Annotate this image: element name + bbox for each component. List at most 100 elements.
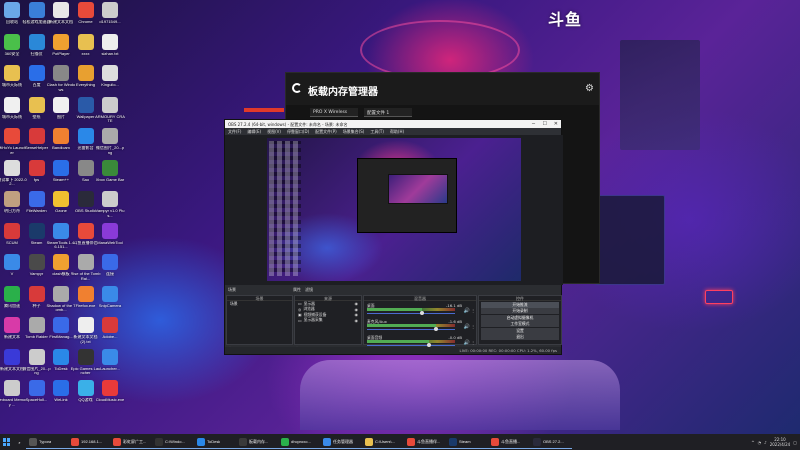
app-icon <box>77 65 94 81</box>
obs-titlebar: OBS 27.2.4 (64-bit, windows) - 配置文件: 未命名… <box>225 120 561 128</box>
mixer-panel-header: 混音器 <box>364 296 476 301</box>
properties-button[interactable]: 属性 <box>293 287 301 294</box>
taskbar-app-icon <box>449 437 457 446</box>
volume-slider[interactable] <box>367 329 455 330</box>
gear-icon[interactable]: ⚙ <box>585 83 594 94</box>
taskbar-app-icon <box>491 437 499 446</box>
taskbar-app[interactable]: dhcproxo... <box>278 435 320 449</box>
menu-help[interactable]: 帮助(H) <box>390 129 404 134</box>
nested-preview-image <box>388 174 448 204</box>
taskbar-apps: Typora 192.168.1... 彩虹屏广工... C:\Windo... ToD… <box>26 435 572 449</box>
start-recording-button[interactable]: 开始录制 <box>481 308 559 314</box>
virtual-camera-button[interactable]: 启动虚拟摄像机 <box>481 314 559 321</box>
channel-menu-icon[interactable]: ⋮ <box>471 308 475 313</box>
filters-button[interactable]: 滤镜 <box>305 287 313 294</box>
notification-icon[interactable]: ▢ <box>793 440 797 445</box>
menu-scene-collection[interactable]: 场景集合(S) <box>343 129 365 134</box>
app-icon <box>102 222 118 239</box>
minimize-icon[interactable]: ─ <box>532 121 535 127</box>
chevron-up-icon[interactable]: ^ <box>751 440 754 445</box>
volume-slider-knob[interactable] <box>420 311 425 315</box>
menu-edit[interactable]: 编辑(E) <box>247 129 261 134</box>
scene-item[interactable]: 场景 <box>227 301 292 307</box>
eye-icon[interactable]: ◉ <box>355 307 359 312</box>
app-icon <box>102 348 118 365</box>
app-icon <box>102 128 118 144</box>
channel-menu-icon[interactable]: ⋮ <box>471 340 475 345</box>
app-icon <box>77 96 94 113</box>
app-icon <box>102 33 118 50</box>
maximize-icon[interactable]: ☐ <box>543 121 547 127</box>
speaker-icon[interactable]: 🔊 <box>464 308 470 314</box>
taskbar-app[interactable]: 192.168.1... <box>68 435 110 449</box>
red-accent-bar <box>244 108 284 112</box>
app-icon <box>77 191 94 207</box>
app-icon <box>102 191 118 207</box>
mixer-channel: 麦克风/Aux -1.6 dB 🔊 ⋮ <box>364 318 476 334</box>
eye-icon[interactable]: ◉ <box>355 318 359 323</box>
device-dropdown[interactable]: PRO X Wireless <box>310 108 358 117</box>
settings-button[interactable]: 设置 <box>481 327 559 334</box>
device-dropdown-value: PRO X Wireless <box>313 110 348 115</box>
taskbar-app-icon <box>365 437 373 446</box>
taskbar-app[interactable]: 任务管理器 <box>320 435 362 449</box>
obs-statusbar: LIVE: 00:00:00 REC: 00:00:00 CPU: 1.2%, … <box>225 347 561 354</box>
browser-icon: ◎ <box>298 306 302 312</box>
app-icon <box>28 348 45 365</box>
app-icon <box>28 33 45 50</box>
eye-icon[interactable]: ◉ <box>355 312 359 317</box>
volume-slider-knob[interactable] <box>434 327 439 331</box>
source-item[interactable]: ▭ 显示器采集 ◉ <box>295 317 361 324</box>
speaker-icon[interactable]: 🔊 <box>464 340 470 346</box>
volume-slider[interactable] <box>367 345 455 346</box>
menu-tools[interactable]: 工具(T) <box>370 129 384 134</box>
taskbar-app[interactable]: 彩虹屏广工... <box>110 435 152 449</box>
menu-profile[interactable]: 配置文件(P) <box>315 129 337 134</box>
app-icon <box>77 128 94 144</box>
desktop-icon[interactable]: CloudMusic.exe <box>95 380 125 422</box>
search-icon[interactable]: ⌕ <box>13 435 26 449</box>
studio-mode-button[interactable]: 工作室模式 <box>481 321 559 327</box>
desktop-icon-label: 连接 <box>106 272 114 276</box>
taskbar-app[interactable]: 板载内存... <box>236 435 278 449</box>
app-icon <box>4 128 20 144</box>
exit-button[interactable]: 退出 <box>481 334 559 340</box>
start-streaming-button[interactable]: 开始推流 <box>481 301 559 308</box>
taskbar-app-label: 彩虹屏广工... <box>123 438 147 444</box>
clock[interactable]: 22:10 2022/4/24 <box>770 437 791 447</box>
taskbar-app-label: OBS 27.2... <box>543 439 564 444</box>
profile-dropdown[interactable]: 配置文件 1 <box>364 108 412 117</box>
app-icon <box>4 33 20 50</box>
desktop-icon-label: Kinguilo... <box>101 83 119 87</box>
taskbar-app[interactable]: C:\Users\... <box>362 435 404 449</box>
channel-menu-icon[interactable]: ⋮ <box>471 324 475 329</box>
taskbar-app-label: dhcproxo... <box>291 439 311 444</box>
network-icon[interactable]: ◔ <box>758 440 762 445</box>
menu-docks[interactable]: 停靠窗口(D) <box>287 129 309 134</box>
taskbar-app-label: Steam <box>459 439 471 444</box>
volume-icon[interactable]: ♪ <box>764 440 767 445</box>
preview-canvas[interactable] <box>267 138 521 281</box>
taskbar-app[interactable]: 斗鱼直播伴... <box>404 435 446 449</box>
app-icon <box>28 128 45 144</box>
start-button[interactable] <box>0 435 13 449</box>
obs-title-text: OBS 27.2.4 (64-bit, windows) - 配置文件: 未命名… <box>228 122 348 127</box>
taskbar-app[interactable]: Steam <box>446 435 488 449</box>
volume-slider[interactable] <box>367 313 455 314</box>
app-icon <box>77 285 94 302</box>
memory-manager-header: 板载内存管理器 ⚙ <box>286 73 599 105</box>
speaker-icon[interactable]: 🔊 <box>464 324 470 330</box>
taskbar-app[interactable]: 斗鱼直播... <box>488 435 530 449</box>
desktop-icon-label: ManaWebTool <box>97 240 123 245</box>
desktop-icon-label: d1971549... <box>99 20 121 24</box>
app-icon <box>53 285 69 302</box>
close-icon[interactable]: ✕ <box>554 121 558 127</box>
taskbar-app[interactable]: Typora <box>26 435 68 449</box>
menu-view[interactable]: 视图(V) <box>267 129 281 134</box>
app-icon <box>102 65 118 81</box>
eye-icon[interactable]: ◉ <box>355 301 359 306</box>
menu-file[interactable]: 文件(F) <box>228 129 241 134</box>
taskbar-app[interactable]: OBS 27.2... <box>530 435 572 449</box>
taskbar-app[interactable]: ToDesk <box>194 435 236 449</box>
taskbar-app[interactable]: C:\Windo... <box>152 435 194 449</box>
